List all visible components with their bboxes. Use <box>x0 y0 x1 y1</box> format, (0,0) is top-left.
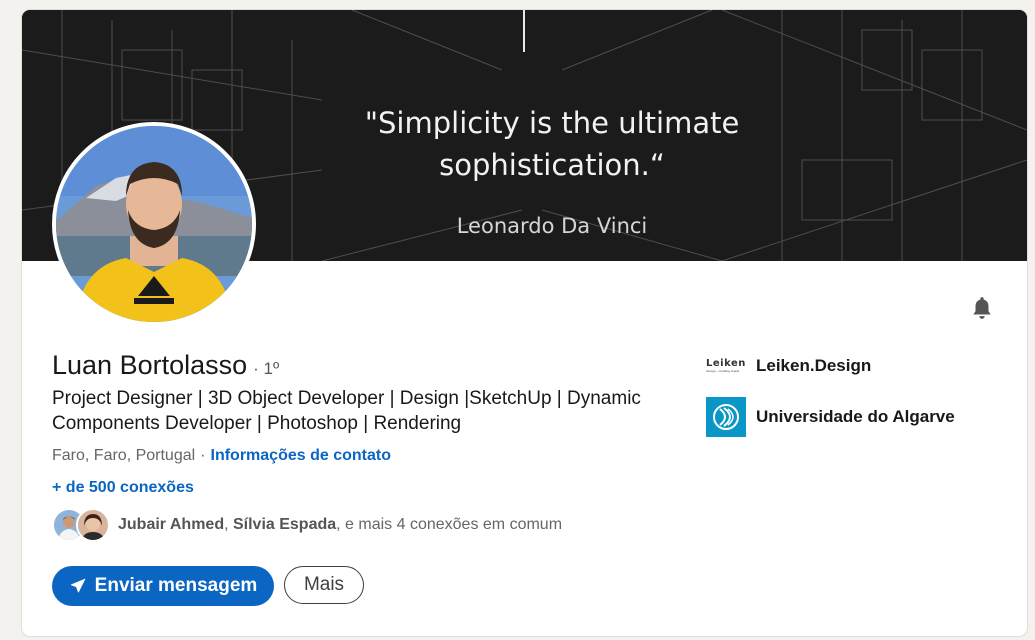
mutual-name-2: Sílvia Espada <box>232 516 337 533</box>
profile-name-row: Luan Bortolasso · 1º <box>52 350 279 381</box>
connection-degree: · 1º <box>253 359 280 378</box>
location-row: Faro, Faro, Portugal · Informações de cont… <box>52 447 391 465</box>
connections-link[interactable]: + de 500 conexões <box>52 479 194 497</box>
mutual-connections[interactable]: Jubair Ahmed, Sílvia Espada, e mais 4 co… <box>52 508 562 542</box>
avatar-photo <box>56 126 252 322</box>
contact-info-link[interactable]: Informações de contato <box>211 447 391 464</box>
location-separator: · <box>200 447 206 464</box>
org-leiken[interactable]: Leiken design · creating brand Leiken.De… <box>706 356 871 376</box>
send-message-label: Enviar mensagem <box>94 575 258 596</box>
profile-headline: Project Designer | 3D Object Developer |… <box>52 386 692 436</box>
mutual-rest: , e mais 4 conexões em comum <box>336 516 563 533</box>
mutual-comma: , <box>224 516 233 533</box>
leiken-logo-tagline: design · creating brand <box>706 369 740 373</box>
send-icon <box>69 577 87 595</box>
leiken-logo-text: Leiken <box>706 358 746 369</box>
leiken-logo: Leiken design · creating brand <box>706 356 748 376</box>
org-leiken-name: Leiken.Design <box>756 356 872 375</box>
mutual-connections-text: Jubair Ahmed, Sílvia Espada, e mais 4 co… <box>118 516 562 534</box>
org-ualg[interactable]: Universidade do Algarve <box>706 397 955 437</box>
profile-card: "Simplicity is the ultimate sophisticati… <box>22 10 1027 636</box>
send-message-button[interactable]: Enviar mensagem <box>52 566 274 606</box>
mutual-name-1: Jubair Ahmed <box>118 516 225 533</box>
headline-line2: Components Developer | Photoshop | Rende… <box>52 413 462 434</box>
headline-line1: Project Designer | 3D Object Developer |… <box>52 388 641 409</box>
bell-icon[interactable] <box>966 292 998 324</box>
banner-quote: "Simplicity is the ultimate sophisticati… <box>292 102 812 186</box>
location-text: Faro, Faro, Portugal <box>52 447 196 464</box>
profile-name: Luan Bortolasso <box>52 350 248 380</box>
more-button[interactable]: Mais <box>284 566 364 604</box>
org-ualg-name: Universidade do Algarve <box>756 407 955 426</box>
banner-quote-line2: sophistication.“ <box>439 148 665 182</box>
ualg-logo <box>706 397 746 437</box>
banner-quote-author: Leonardo Da Vinci <box>456 214 648 238</box>
banner-quote-line1: "Simplicity is the ultimate <box>364 106 740 140</box>
mutual-avatar-2 <box>76 508 110 542</box>
profile-avatar[interactable] <box>52 122 256 326</box>
